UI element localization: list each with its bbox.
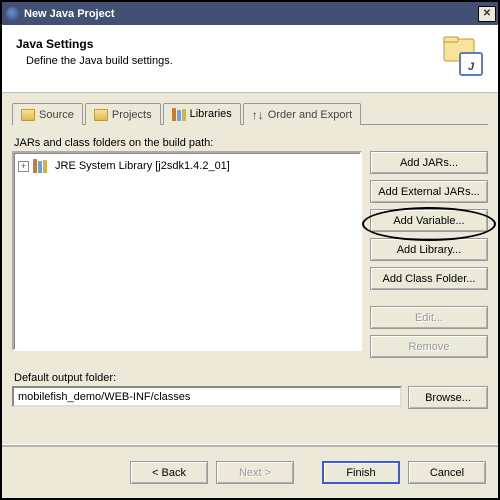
browse-button[interactable]: Browse... <box>408 386 488 409</box>
tree-item-label: JRE System Library [j2sdk1.4.2_01] <box>55 160 230 172</box>
folder-icon <box>21 109 35 121</box>
add-library-button[interactable]: Add Library... <box>370 238 488 261</box>
folder-icon <box>94 109 108 121</box>
tab-content: JARs and class folders on the build path… <box>2 125 498 419</box>
close-button[interactable]: ✕ <box>478 6 496 22</box>
tab-source[interactable]: Source <box>12 103 83 125</box>
tab-projects[interactable]: Projects <box>85 103 161 125</box>
cancel-button[interactable]: Cancel <box>408 461 486 484</box>
add-jars-button[interactable]: Add JARs... <box>370 151 488 174</box>
back-button[interactable]: < Back <box>130 461 208 484</box>
svg-text:J: J <box>468 61 475 73</box>
add-variable-button[interactable]: Add Variable... <box>370 209 488 232</box>
order-icon: ↑↓ <box>252 109 264 121</box>
tab-label: Projects <box>112 109 152 121</box>
expand-icon[interactable]: + <box>18 161 29 172</box>
wizard-footer: < Back Next > Finish Cancel <box>2 446 498 498</box>
tabs-container: Source Projects Libraries ↑↓ Order and E… <box>2 93 498 125</box>
app-icon <box>6 7 20 21</box>
output-folder-label: Default output folder: <box>14 372 486 384</box>
side-button-group: Add JARs... Add External JARs... Add Var… <box>370 151 488 358</box>
library-icon <box>172 108 186 121</box>
remove-button: Remove <box>370 335 488 358</box>
window-title: New Java Project <box>24 8 478 20</box>
add-external-jars-button[interactable]: Add External JARs... <box>370 180 488 203</box>
edit-button: Edit... <box>370 306 488 329</box>
page-subtitle: Define the Java build settings. <box>26 55 484 67</box>
output-folder-input[interactable] <box>12 386 402 407</box>
dialog-window: New Java Project ✕ Java Settings Define … <box>0 0 500 500</box>
add-class-folder-button[interactable]: Add Class Folder... <box>370 267 488 290</box>
wizard-header: Java Settings Define the Java build sett… <box>2 25 498 93</box>
page-title: Java Settings <box>16 37 484 51</box>
tab-libraries[interactable]: Libraries <box>163 103 241 125</box>
finish-button[interactable]: Finish <box>322 461 400 484</box>
java-project-icon: J <box>442 35 486 79</box>
tab-label: Libraries <box>190 108 232 120</box>
next-button: Next > <box>216 461 294 484</box>
titlebar: New Java Project ✕ <box>2 2 498 25</box>
tab-order-export[interactable]: ↑↓ Order and Export <box>243 103 361 125</box>
tree-item-jre[interactable]: + JRE System Library [j2sdk1.4.2_01] <box>18 157 356 175</box>
tab-bar: Source Projects Libraries ↑↓ Order and E… <box>12 101 488 125</box>
tab-label: Order and Export <box>268 109 352 121</box>
buildpath-tree[interactable]: + JRE System Library [j2sdk1.4.2_01] <box>12 151 362 351</box>
buildpath-label: JARs and class folders on the build path… <box>14 137 488 149</box>
library-icon <box>33 159 51 173</box>
tab-label: Source <box>39 109 74 121</box>
